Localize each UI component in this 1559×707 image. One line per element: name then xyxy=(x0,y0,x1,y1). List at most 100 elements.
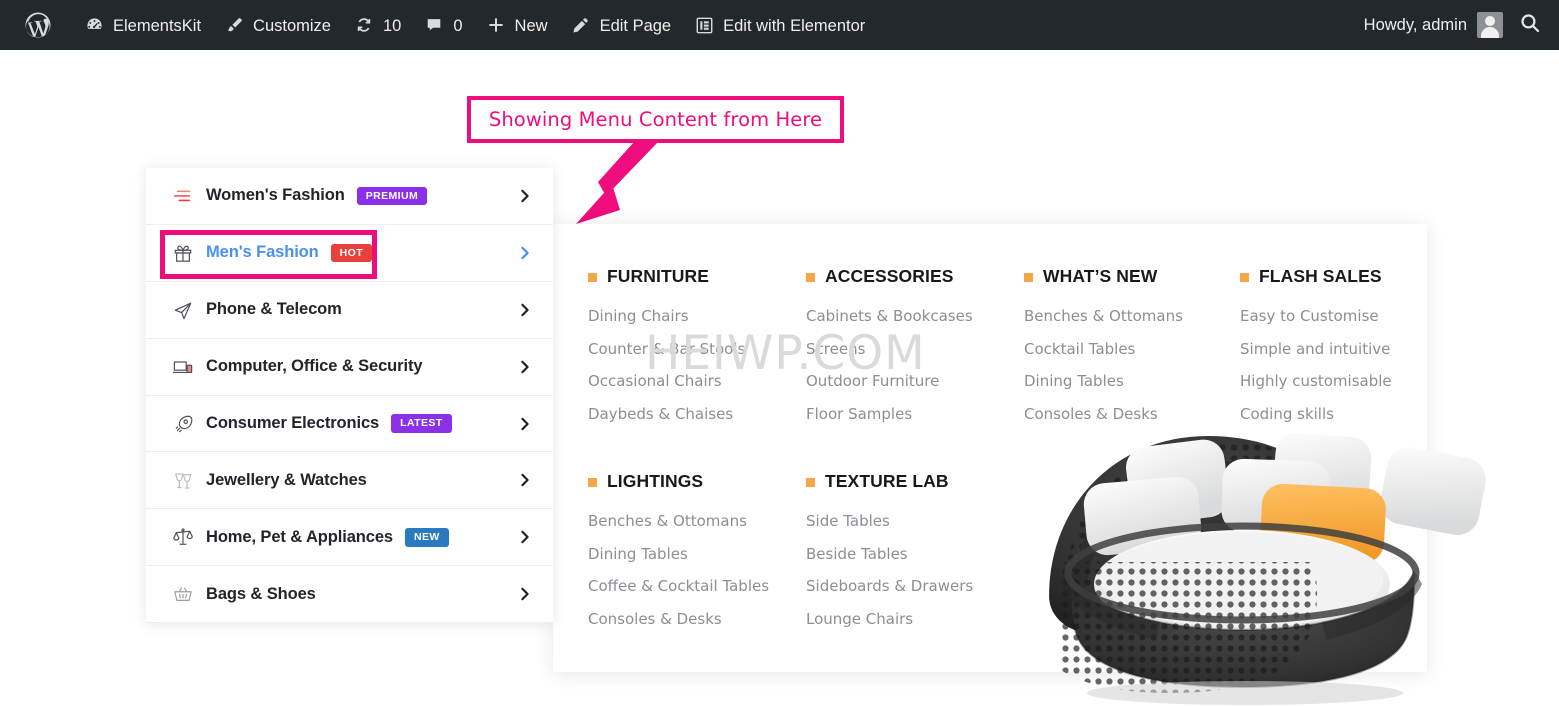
admin-bar-item-edit-page[interactable]: Edit Page xyxy=(559,0,683,50)
rocket-icon xyxy=(172,413,198,435)
mega-link[interactable]: Counter & Bar Stools xyxy=(588,340,806,358)
menu-item-home-pet-appliances[interactable]: Home, Pet & Appliances NEW xyxy=(146,509,553,567)
mega-link[interactable]: Coffee & Cocktail Tables xyxy=(588,577,806,595)
mega-column-texture-lab: TEXTURE LAB Side Tables Beside Tables Si… xyxy=(806,471,1024,642)
chevron-right-icon[interactable] xyxy=(519,586,531,602)
admin-bar-label-comments-count: 0 xyxy=(453,16,463,35)
bullet-square-icon xyxy=(588,478,597,487)
mega-link[interactable]: Outdoor Furniture xyxy=(806,372,1024,390)
comment-bubble-icon xyxy=(423,14,445,36)
menu-item-label: Phone & Telecom xyxy=(206,300,342,319)
bullet-square-icon xyxy=(806,273,815,282)
menu-item-badge-premium: PREMIUM xyxy=(356,186,428,206)
menu-item-computer-office-security[interactable]: Computer, Office & Security xyxy=(146,338,553,396)
champagne-glasses-icon xyxy=(172,469,198,491)
mega-link[interactable]: Beside Tables xyxy=(806,545,1024,563)
menu-item-mens-fashion[interactable]: Men's Fashion HOT xyxy=(146,224,553,282)
elementor-icon xyxy=(693,14,715,36)
menu-item-label: Women's Fashion xyxy=(206,186,345,205)
admin-bar-my-account[interactable]: Howdy, admin xyxy=(1364,12,1513,38)
mega-column-furniture: FURNITURE Dining Chairs Counter & Bar St… xyxy=(588,266,806,437)
admin-bar-label-updates-count: 10 xyxy=(383,16,402,35)
mega-column-title: TEXTURE LAB xyxy=(806,471,1024,492)
annotation-arrow-icon xyxy=(576,142,658,224)
menu-item-label: Bags & Shoes xyxy=(206,584,316,603)
menu-item-badge-latest: LATEST xyxy=(391,414,452,433)
chevron-right-icon[interactable] xyxy=(519,302,531,318)
howdy-label: Howdy, admin xyxy=(1363,15,1467,34)
mega-column-title-text: FLASH SALES xyxy=(1259,266,1382,286)
mega-link[interactable]: Coding skills xyxy=(1240,405,1427,423)
admin-bar-label-customize: Customize xyxy=(253,16,331,35)
mega-link[interactable]: Occasional Chairs xyxy=(588,372,806,390)
annotation-callout-box: Showing Menu Content from Here xyxy=(467,96,844,143)
basket-icon xyxy=(172,583,198,605)
mega-link[interactable]: Easy to Customise xyxy=(1240,307,1427,325)
mega-link[interactable]: Sideboards & Drawers xyxy=(806,577,1024,595)
mega-link[interactable]: Floor Samples xyxy=(806,405,1024,423)
mega-link[interactable]: Screens xyxy=(806,340,1024,358)
admin-bar-item-elementskit[interactable]: ElementsKit xyxy=(72,0,212,50)
mega-link[interactable]: Dining Chairs xyxy=(588,307,806,325)
admin-bar-item-comments[interactable]: 0 xyxy=(412,0,473,50)
mega-link[interactable]: Cocktail Tables xyxy=(1024,340,1240,358)
chevron-right-icon[interactable] xyxy=(519,245,531,261)
mega-column-title-text: TEXTURE LAB xyxy=(825,471,949,491)
bullet-square-icon xyxy=(1240,273,1249,282)
admin-bar-item-customize[interactable]: Customize xyxy=(212,0,342,50)
scales-icon xyxy=(172,526,198,548)
mega-link[interactable]: Benches & Ottomans xyxy=(1024,307,1240,325)
mega-link[interactable]: Simple and intuitive xyxy=(1240,340,1427,358)
mega-link[interactable]: Consoles & Desks xyxy=(588,610,806,628)
admin-bar-item-edit-with-elementor[interactable]: Edit with Elementor xyxy=(682,0,876,50)
mega-link[interactable]: Cabinets & Bookcases xyxy=(806,307,1024,325)
chevron-right-icon[interactable] xyxy=(519,472,531,488)
mega-link[interactable]: Dining Tables xyxy=(588,545,806,563)
mega-column-title-text: WHAT’S NEW xyxy=(1043,266,1158,286)
menu-item-label: Consumer Electronics xyxy=(206,414,380,432)
vertical-category-menu: Women's Fashion PREMIUM Men's Fashion HO… xyxy=(146,168,553,624)
mega-link[interactable]: Consoles & Desks xyxy=(1024,405,1240,423)
bullet-square-icon xyxy=(806,478,815,487)
menu-item-badge-hot: HOT xyxy=(330,243,373,263)
plus-icon xyxy=(485,14,507,36)
mega-menu-columns: FURNITURE Dining Chairs Counter & Bar St… xyxy=(588,266,1427,642)
search-icon xyxy=(1519,12,1541,39)
gift-icon xyxy=(172,242,198,264)
mega-column-title: WHAT’S NEW xyxy=(1024,266,1240,287)
avatar xyxy=(1477,12,1503,38)
menu-item-consumer-electronics[interactable]: Consumer Electronics LATEST xyxy=(146,395,553,453)
mega-link[interactable]: Highly customisable xyxy=(1240,372,1427,390)
chevron-right-icon[interactable] xyxy=(519,529,531,545)
mega-link[interactable]: Dining Tables xyxy=(1024,372,1240,390)
paper-plane-icon xyxy=(172,299,198,321)
admin-bar-search-button[interactable] xyxy=(1513,12,1547,39)
menu-item-womens-fashion[interactable]: Women's Fashion PREMIUM xyxy=(146,168,553,225)
dashboard-icon xyxy=(83,14,105,36)
chevron-right-icon[interactable] xyxy=(519,416,531,432)
admin-bar-item-updates[interactable]: 10 xyxy=(342,0,412,50)
mega-column-title-text: ACCESSORIES xyxy=(825,266,954,286)
admin-bar-item-new[interactable]: New xyxy=(474,0,559,50)
paintbrush-icon xyxy=(223,14,245,36)
chevron-right-icon[interactable] xyxy=(519,188,531,204)
bullet-square-icon xyxy=(1024,273,1033,282)
admin-bar-label-edit-page: Edit Page xyxy=(599,16,672,35)
admin-bar-label-edit-with-elementor: Edit with Elementor xyxy=(723,16,866,35)
mega-link[interactable]: Benches & Ottomans xyxy=(588,512,806,530)
pencil-icon xyxy=(570,14,592,36)
chevron-right-icon[interactable] xyxy=(519,359,531,375)
menu-item-label: Computer, Office & Security xyxy=(206,357,423,376)
menu-item-phone-telecom[interactable]: Phone & Telecom xyxy=(146,281,553,339)
admin-bar-label-new: New xyxy=(514,16,548,35)
mega-column-lightings: LIGHTINGS Benches & Ottomans Dining Tabl… xyxy=(588,471,806,642)
menu-item-jewellery-watches[interactable]: Jewellery & Watches xyxy=(146,452,553,510)
mega-link[interactable]: Daybeds & Chaises xyxy=(588,405,806,423)
mega-link[interactable]: Side Tables xyxy=(806,512,1024,530)
updates-icon xyxy=(353,14,375,36)
mega-link[interactable]: Lounge Chairs xyxy=(806,610,1024,628)
menu-item-label: Home, Pet & Appliances xyxy=(206,527,393,546)
admin-bar-wp-logo[interactable] xyxy=(6,0,72,50)
bullet-square-icon xyxy=(588,273,597,282)
menu-item-bags-shoes[interactable]: Bags & Shoes xyxy=(146,566,553,624)
